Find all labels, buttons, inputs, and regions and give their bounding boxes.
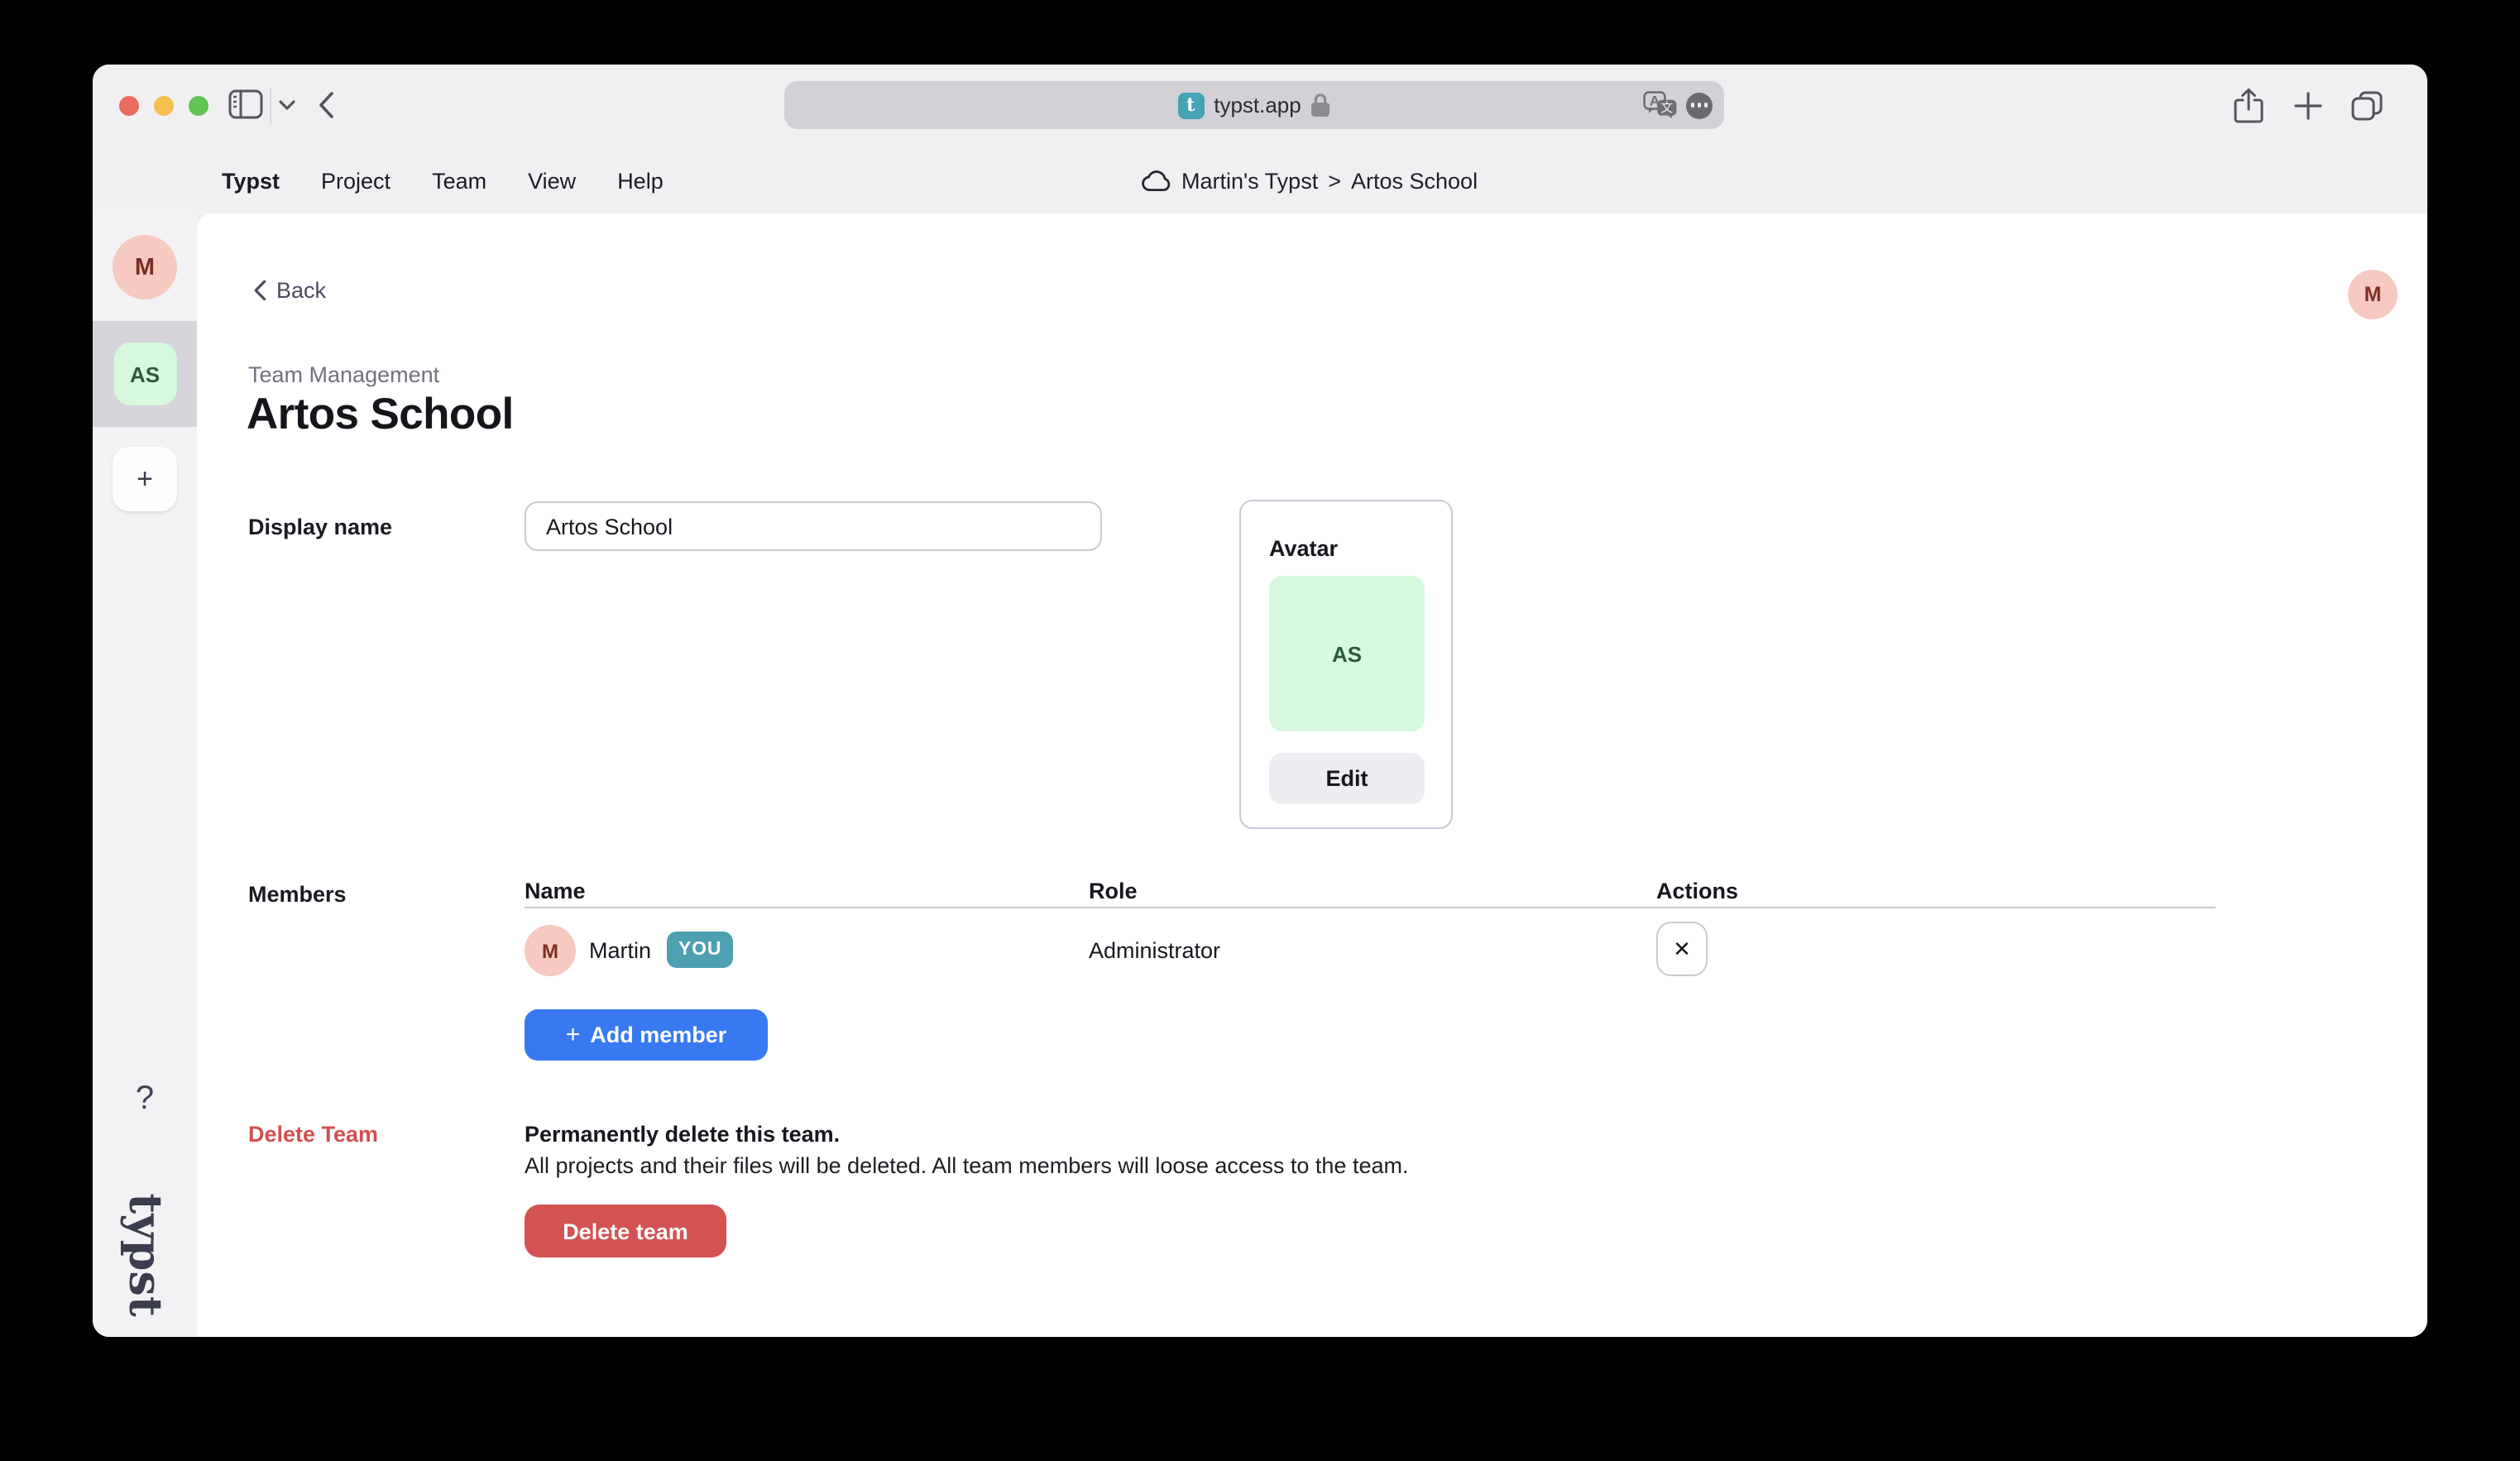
chevron-down-icon[interactable] — [278, 99, 296, 111]
close-window-button[interactable] — [119, 96, 139, 116]
browser-toolbar: t typst.app A — [93, 65, 2427, 147]
delete-team-section-label: Delete Team — [248, 1122, 378, 1147]
menu-items: Typst Project Team View Help — [222, 147, 664, 213]
lock-icon — [1311, 93, 1331, 117]
help-icon[interactable]: ? — [93, 1080, 197, 1119]
menu-project[interactable]: Project — [321, 168, 390, 193]
back-label: Back — [276, 278, 326, 303]
remove-member-button[interactable]: ✕ — [1656, 922, 1708, 976]
column-header-actions: Actions — [1656, 879, 1738, 903]
section-label: Team Management — [248, 362, 439, 387]
table-header-divider — [525, 907, 2216, 908]
screen-background: t typst.app A — [0, 0, 2520, 1461]
column-header-role: Role — [1089, 879, 1138, 903]
typst-logo: typst — [93, 1181, 197, 1327]
browser-window: t typst.app A — [93, 65, 2427, 1337]
menu-typst[interactable]: Typst — [222, 168, 280, 193]
sidebar-toggle-icon[interactable] — [228, 89, 263, 119]
traffic-lights — [119, 96, 208, 116]
cloud-icon — [1142, 170, 1171, 191]
url-text: typst.app — [1214, 93, 1301, 117]
breadcrumb-workspace[interactable]: Martin's Typst — [1181, 168, 1318, 193]
breadcrumb-team[interactable]: Artos School — [1351, 168, 1478, 193]
breadcrumb-separator: > — [1328, 168, 1341, 193]
team-avatar: AS — [113, 342, 176, 405]
new-tab-icon[interactable] — [2293, 91, 2323, 121]
breadcrumb: Martin's Typst > Artos School — [1142, 147, 1478, 213]
address-bar-actions: A 文 — [1643, 81, 1713, 129]
minimize-window-button[interactable] — [154, 96, 174, 116]
delete-team-button[interactable]: Delete team — [525, 1205, 726, 1257]
edit-avatar-button[interactable]: Edit — [1269, 753, 1425, 804]
toolbar-divider — [270, 88, 271, 124]
back-button[interactable]: Back — [253, 278, 326, 303]
delete-team-heading: Permanently delete this team. — [525, 1122, 840, 1147]
translate-icon[interactable]: A 文 — [1643, 91, 1678, 119]
close-icon: ✕ — [1673, 936, 1691, 962]
members-section-label: Members — [248, 882, 347, 907]
add-member-label: Add member — [590, 1023, 726, 1047]
back-chevron-icon — [253, 280, 266, 301]
app-menubar: Typst Project Team View Help Martin's Ty… — [93, 147, 2427, 213]
team-avatar-preview: AS — [1269, 576, 1425, 731]
avatar-card-title: Avatar — [1269, 536, 1338, 561]
sidebar-item-team-selected[interactable]: AS — [93, 321, 197, 427]
sidebar-item-user[interactable]: M — [113, 235, 177, 299]
menu-help[interactable]: Help — [617, 168, 664, 193]
tab-overview-icon[interactable] — [2351, 91, 2383, 121]
avatar-card: Avatar AS Edit — [1239, 500, 1453, 829]
share-icon[interactable] — [2234, 88, 2264, 124]
menu-view[interactable]: View — [528, 168, 576, 193]
member-role: Administrator — [1089, 938, 1220, 963]
delete-team-description: All projects and their files will be del… — [525, 1153, 1409, 1178]
menu-team[interactable]: Team — [432, 168, 486, 193]
display-name-input[interactable] — [525, 501, 1102, 551]
site-favicon: t — [1177, 92, 1204, 118]
add-workspace-button[interactable]: + — [113, 447, 177, 511]
user-avatar[interactable]: M — [2348, 270, 2398, 319]
member-name: Martin — [589, 938, 651, 963]
plus-icon: + — [566, 1020, 581, 1048]
svg-text:文: 文 — [1660, 101, 1673, 115]
browser-back-icon[interactable] — [318, 91, 334, 119]
workspace-sidebar: M AS + ? typst — [93, 213, 197, 1337]
add-member-button[interactable]: + Add member — [525, 1009, 768, 1061]
you-badge: YOU — [667, 932, 733, 968]
more-options-icon[interactable] — [1686, 92, 1713, 118]
address-bar[interactable]: t typst.app A — [784, 81, 1724, 129]
member-avatar: M — [525, 925, 576, 976]
zoom-window-button[interactable] — [189, 96, 208, 116]
display-name-label: Display name — [248, 515, 392, 539]
address-bar-content: t typst.app — [1177, 92, 1331, 118]
column-header-name: Name — [525, 879, 586, 903]
page-title: Artos School — [247, 389, 514, 440]
